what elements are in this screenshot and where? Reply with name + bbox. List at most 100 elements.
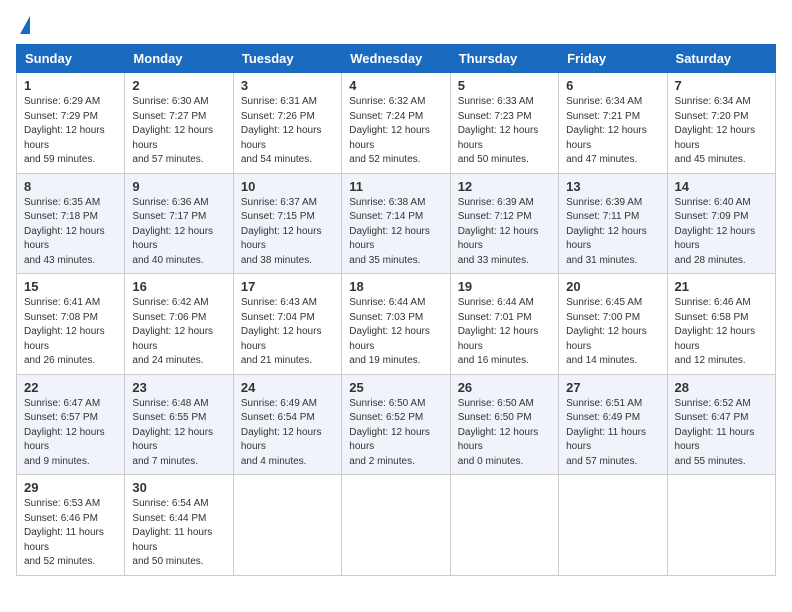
day-number: 25 (349, 380, 442, 395)
calendar-week-row: 15Sunrise: 6:41 AMSunset: 7:08 PMDayligh… (17, 274, 776, 375)
calendar-week-row: 1 Sunrise: 6:29 AMSunset: 7:29 PMDaylight… (17, 73, 776, 174)
cell-content: Sunrise: 6:39 AMSunset: 7:11 PMDaylight:… (566, 196, 659, 269)
day-number: 6 (566, 78, 659, 93)
cell-content: Sunrise: 6:32 AMSunset: 7:24 PMDaylight:… (349, 95, 442, 168)
cell-content: Sunrise: 6:45 AMSunset: 7:00 PMDaylight:… (566, 296, 659, 369)
calendar-cell: 2 Sunrise: 6:30 AMSunset: 7:27 PMDaylight… (125, 73, 233, 174)
cell-content: Sunrise: 6:35 AMSunset: 7:18 PMDaylight:… (24, 196, 117, 269)
cell-content: Sunrise: 6:50 AMSunset: 6:50 PMDaylight:… (458, 397, 551, 470)
day-number: 12 (458, 179, 551, 194)
calendar-cell: 14 Sunrise: 6:40 AMSunset: 7:09 PMDayligh… (667, 173, 775, 274)
calendar-cell: 4 Sunrise: 6:32 AMSunset: 7:24 PMDaylight… (342, 73, 450, 174)
cell-content: Sunrise: 6:40 AMSunset: 7:09 PMDaylight:… (675, 196, 768, 269)
calendar-cell: 3Sunrise: 6:31 AMSunset: 7:26 PMDaylight… (233, 73, 341, 174)
cell-content: Sunrise: 6:52 AMSunset: 6:47 PMDaylight:… (675, 397, 768, 470)
day-number: 26 (458, 380, 551, 395)
cell-content: Sunrise: 6:29 AMSunset: 7:29 PMDaylight:… (24, 95, 117, 168)
day-number: 7 (675, 78, 768, 93)
day-number: 28 (675, 380, 768, 395)
calendar-header-row: SundayMondayTuesdayWednesdayThursdayFrid… (17, 45, 776, 73)
day-number: 13 (566, 179, 659, 194)
cell-content: Sunrise: 6:44 AMSunset: 7:01 PMDaylight:… (458, 296, 551, 369)
calendar-cell: 11 Sunrise: 6:38 AMSunset: 7:14 PMDayligh… (342, 173, 450, 274)
calendar-cell: 27Sunrise: 6:51 AMSunset: 6:49 PMDayligh… (559, 374, 667, 475)
calendar-cell (233, 475, 341, 576)
day-number: 29 (24, 480, 117, 495)
calendar-cell: 21 Sunrise: 6:46 AMSunset: 6:58 PMDayligh… (667, 274, 775, 375)
day-header-friday: Friday (559, 45, 667, 73)
cell-content: Sunrise: 6:42 AMSunset: 7:06 PMDaylight:… (132, 296, 225, 369)
calendar-cell: 22 Sunrise: 6:47 AMSunset: 6:57 PMDayligh… (17, 374, 125, 475)
calendar-cell (450, 475, 558, 576)
cell-content: Sunrise: 6:34 AMSunset: 7:20 PMDaylight:… (675, 95, 768, 168)
day-number: 10 (241, 179, 334, 194)
day-number: 15 (24, 279, 117, 294)
logo (16, 16, 30, 32)
day-header-tuesday: Tuesday (233, 45, 341, 73)
calendar-cell: 20Sunrise: 6:45 AMSunset: 7:00 PMDayligh… (559, 274, 667, 375)
cell-content: Sunrise: 6:36 AMSunset: 7:17 PMDaylight:… (132, 196, 225, 269)
cell-content: Sunrise: 6:33 AMSunset: 7:23 PMDaylight:… (458, 95, 551, 168)
day-header-monday: Monday (125, 45, 233, 73)
calendar-cell (559, 475, 667, 576)
day-number: 21 (675, 279, 768, 294)
calendar-cell: 12Sunrise: 6:39 AMSunset: 7:12 PMDayligh… (450, 173, 558, 274)
calendar-cell: 7 Sunrise: 6:34 AMSunset: 7:20 PMDaylight… (667, 73, 775, 174)
calendar-cell: 8 Sunrise: 6:35 AMSunset: 7:18 PMDaylight… (17, 173, 125, 274)
calendar-cell: 10 Sunrise: 6:37 AMSunset: 7:15 PMDayligh… (233, 173, 341, 274)
cell-content: Sunrise: 6:43 AMSunset: 7:04 PMDaylight:… (241, 296, 334, 369)
calendar-cell: 24 Sunrise: 6:49 AMSunset: 6:54 PMDayligh… (233, 374, 341, 475)
calendar-week-row: 22 Sunrise: 6:47 AMSunset: 6:57 PMDayligh… (17, 374, 776, 475)
calendar-cell: 6 Sunrise: 6:34 AMSunset: 7:21 PMDaylight… (559, 73, 667, 174)
day-number: 24 (241, 380, 334, 395)
calendar-cell: 5Sunrise: 6:33 AMSunset: 7:23 PMDaylight… (450, 73, 558, 174)
calendar-week-row: 29 Sunrise: 6:53 AMSunset: 6:46 PMDayligh… (17, 475, 776, 576)
calendar-cell: 30 Sunrise: 6:54 AMSunset: 6:44 PMDayligh… (125, 475, 233, 576)
page-header (16, 16, 776, 32)
calendar-table: SundayMondayTuesdayWednesdayThursdayFrid… (16, 44, 776, 576)
day-number: 30 (132, 480, 225, 495)
calendar-cell: 25 Sunrise: 6:50 AMSunset: 6:52 PMDayligh… (342, 374, 450, 475)
cell-content: Sunrise: 6:53 AMSunset: 6:46 PMDaylight:… (24, 497, 117, 570)
day-number: 23 (132, 380, 225, 395)
day-number: 2 (132, 78, 225, 93)
calendar-cell: 15Sunrise: 6:41 AMSunset: 7:08 PMDayligh… (17, 274, 125, 375)
calendar-cell: 17 Sunrise: 6:43 AMSunset: 7:04 PMDayligh… (233, 274, 341, 375)
cell-content: Sunrise: 6:34 AMSunset: 7:21 PMDaylight:… (566, 95, 659, 168)
calendar-cell: 29 Sunrise: 6:53 AMSunset: 6:46 PMDayligh… (17, 475, 125, 576)
day-number: 8 (24, 179, 117, 194)
day-number: 16 (132, 279, 225, 294)
cell-content: Sunrise: 6:37 AMSunset: 7:15 PMDaylight:… (241, 196, 334, 269)
calendar-cell: 23Sunrise: 6:48 AMSunset: 6:55 PMDayligh… (125, 374, 233, 475)
calendar-cell: 16 Sunrise: 6:42 AMSunset: 7:06 PMDayligh… (125, 274, 233, 375)
day-number: 4 (349, 78, 442, 93)
cell-content: Sunrise: 6:30 AMSunset: 7:27 PMDaylight:… (132, 95, 225, 168)
logo-icon (20, 16, 30, 34)
calendar-cell: 18Sunrise: 6:44 AMSunset: 7:03 PMDayligh… (342, 274, 450, 375)
day-header-sunday: Sunday (17, 45, 125, 73)
day-number: 1 (24, 78, 117, 93)
cell-content: Sunrise: 6:49 AMSunset: 6:54 PMDaylight:… (241, 397, 334, 470)
cell-content: Sunrise: 6:50 AMSunset: 6:52 PMDaylight:… (349, 397, 442, 470)
day-number: 11 (349, 179, 442, 194)
day-number: 18 (349, 279, 442, 294)
day-header-wednesday: Wednesday (342, 45, 450, 73)
day-number: 14 (675, 179, 768, 194)
calendar-cell: 13 Sunrise: 6:39 AMSunset: 7:11 PMDayligh… (559, 173, 667, 274)
day-number: 22 (24, 380, 117, 395)
day-header-thursday: Thursday (450, 45, 558, 73)
calendar-cell: 26 Sunrise: 6:50 AMSunset: 6:50 PMDayligh… (450, 374, 558, 475)
cell-content: Sunrise: 6:47 AMSunset: 6:57 PMDaylight:… (24, 397, 117, 470)
day-header-saturday: Saturday (667, 45, 775, 73)
cell-content: Sunrise: 6:31 AMSunset: 7:26 PMDaylight:… (241, 95, 334, 168)
day-number: 17 (241, 279, 334, 294)
cell-content: Sunrise: 6:51 AMSunset: 6:49 PMDaylight:… (566, 397, 659, 470)
cell-content: Sunrise: 6:54 AMSunset: 6:44 PMDaylight:… (132, 497, 225, 570)
day-number: 9 (132, 179, 225, 194)
calendar-cell: 28 Sunrise: 6:52 AMSunset: 6:47 PMDayligh… (667, 374, 775, 475)
calendar-week-row: 8 Sunrise: 6:35 AMSunset: 7:18 PMDaylight… (17, 173, 776, 274)
cell-content: Sunrise: 6:46 AMSunset: 6:58 PMDaylight:… (675, 296, 768, 369)
day-number: 19 (458, 279, 551, 294)
cell-content: Sunrise: 6:38 AMSunset: 7:14 PMDaylight:… (349, 196, 442, 269)
calendar-cell: 19 Sunrise: 6:44 AMSunset: 7:01 PMDayligh… (450, 274, 558, 375)
